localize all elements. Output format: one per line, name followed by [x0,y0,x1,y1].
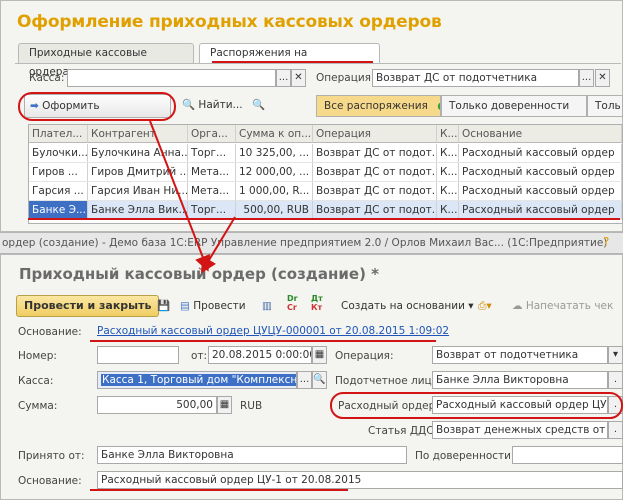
annotation-arrow [149,120,236,274]
